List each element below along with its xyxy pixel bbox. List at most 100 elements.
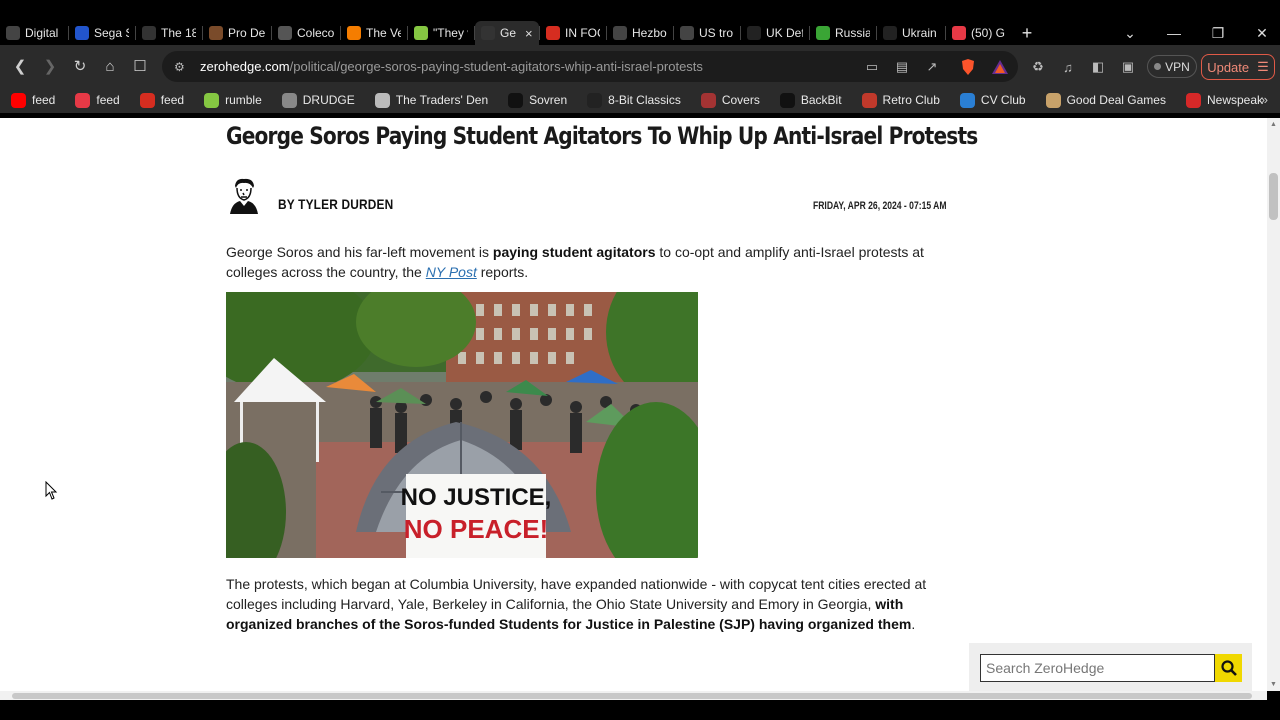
retro-icon xyxy=(861,92,877,108)
tab[interactable]: Pro De xyxy=(203,21,271,45)
bookmark-item[interactable]: Newspeak xyxy=(1185,92,1263,108)
search-button[interactable] xyxy=(1215,654,1242,682)
extensions-icon[interactable]: ♻ xyxy=(1028,57,1048,77)
tab[interactable]: US tro xyxy=(674,21,740,45)
image-icon xyxy=(209,26,223,40)
page-content: George Soros Paying Student Agitators To… xyxy=(0,118,1267,691)
gab-icon xyxy=(75,92,91,108)
gdg-icon xyxy=(1045,92,1061,108)
scroll-down-arrow-icon[interactable]: ▼ xyxy=(1270,681,1277,688)
bookmark-item[interactable]: The Traders' Den xyxy=(374,92,488,108)
brave-rewards-icon[interactable] xyxy=(990,57,1010,77)
tab-label: The 18 xyxy=(161,26,196,40)
tab-label: Digital xyxy=(25,26,59,40)
wallet-icon[interactable]: ▣ xyxy=(1118,57,1138,77)
vertical-scroll-thumb[interactable] xyxy=(1269,173,1278,220)
reader-mode-icon[interactable]: ▤ xyxy=(892,57,912,77)
tab[interactable]: Digital xyxy=(0,21,68,45)
tab[interactable]: Ge × xyxy=(475,21,539,45)
reader-icon xyxy=(613,26,627,40)
dark-icon xyxy=(883,26,897,40)
scroll-up-arrow-icon[interactable]: ▲ xyxy=(1270,121,1277,128)
share-icon[interactable]: ↗ xyxy=(922,57,942,77)
tab[interactable]: Coleco xyxy=(272,21,340,45)
tab[interactable]: UK Def xyxy=(741,21,809,45)
newspeak-icon xyxy=(1185,92,1201,108)
bookmark-item[interactable]: BackBit xyxy=(779,92,842,108)
close-window-button[interactable]: ✕ xyxy=(1240,21,1280,45)
update-label: Update xyxy=(1207,59,1250,75)
bookmark-item[interactable]: 8-Bit Classics xyxy=(587,92,681,108)
tab-label: (50) G xyxy=(971,26,1006,40)
dark-icon xyxy=(747,26,761,40)
update-button[interactable]: Update ☰ xyxy=(1201,54,1275,80)
reader-icon xyxy=(6,26,20,40)
youtube-icon xyxy=(11,92,26,108)
site-info-icon[interactable]: ⚙ xyxy=(174,60,200,74)
back-icon[interactable]: ❮ xyxy=(5,51,35,81)
bookmark-item[interactable]: Retro Club xyxy=(861,92,940,108)
horizontal-scroll-thumb[interactable] xyxy=(12,693,1252,699)
brave-shields-icon[interactable] xyxy=(958,57,978,77)
tab[interactable]: Ukrain xyxy=(877,21,945,45)
bookmark-item[interactable]: Sovren xyxy=(508,92,567,108)
tab[interactable]: "They v xyxy=(408,21,474,45)
search-widget xyxy=(969,643,1252,691)
blogger-icon xyxy=(347,26,361,40)
bookmarks-bar: feed feed feed rumble DRUDGE The Traders' Den… xyxy=(0,87,1280,113)
tab-label: UK Def xyxy=(766,26,803,40)
bookmark-item[interactable]: feed xyxy=(75,92,120,108)
reload-icon[interactable]: ↻ xyxy=(65,51,95,81)
author-name[interactable]: BY TYLER DURDEN xyxy=(278,196,393,212)
bookmark-item[interactable]: CV Club xyxy=(959,92,1026,108)
home-icon[interactable]: ⌂ xyxy=(95,51,125,81)
restore-button[interactable]: ❐ xyxy=(1196,21,1240,45)
bookmarks-more-icon[interactable]: » xyxy=(1261,92,1268,107)
zerohedge-icon xyxy=(481,26,495,40)
c-icon xyxy=(546,26,560,40)
bookmark-item[interactable]: Covers xyxy=(700,92,760,108)
bookmark-item[interactable]: DRUDGE xyxy=(281,92,355,108)
tab[interactable]: IN FOC xyxy=(540,21,606,45)
bookmark-label: feed xyxy=(96,93,120,107)
sidebar-icon[interactable]: ◧ xyxy=(1088,57,1108,77)
address-bar[interactable]: ⚙ zerohedge.com/political/george-soros-p… xyxy=(162,51,1018,82)
bookmark-item[interactable]: feed xyxy=(11,92,55,108)
tab-label: Hezbo xyxy=(632,26,667,40)
tab-label: Coleco xyxy=(297,26,334,40)
tab-search-chevron-icon[interactable]: ⌄ xyxy=(1108,21,1152,45)
tab[interactable]: The 18 xyxy=(136,21,202,45)
bookmark-label: Retro Club xyxy=(882,93,940,107)
author-avatar xyxy=(226,176,262,214)
bookmark-label: DRUDGE xyxy=(302,93,355,107)
tab[interactable]: Hezbo xyxy=(607,21,673,45)
tab-label: The Ve xyxy=(366,26,401,40)
forward-icon[interactable]: ❯ xyxy=(35,51,65,81)
vertical-scrollbar[interactable]: ▲ ▼ xyxy=(1267,118,1280,691)
tab[interactable]: Sega S xyxy=(69,21,135,45)
horizontal-scrollbar[interactable] xyxy=(0,691,1267,700)
bookmark-item[interactable]: Good Deal Games xyxy=(1045,92,1166,108)
search-input[interactable] xyxy=(980,654,1215,682)
ny-post-link[interactable]: NY Post xyxy=(426,264,477,280)
bookmark-item[interactable]: rumble xyxy=(204,92,262,108)
vpn-button[interactable]: VPN xyxy=(1147,55,1197,78)
media-icon[interactable]: ♫ xyxy=(1058,57,1078,77)
bookmark-page-icon[interactable]: ☐ xyxy=(125,51,155,81)
publish-date: FRIDAY, APR 26, 2024 - 07:15 AM xyxy=(813,200,947,212)
close-tab-icon[interactable]: × xyxy=(525,26,533,41)
tab[interactable]: Russia xyxy=(810,21,876,45)
cast-icon[interactable]: ▭ xyxy=(862,57,882,77)
gab-icon xyxy=(952,26,966,40)
photo-sign-line-2: NO PEACE! xyxy=(404,514,548,544)
tab-label: Russia xyxy=(835,26,870,40)
tab[interactable]: (50) G xyxy=(946,21,1012,45)
tab[interactable]: The Ve xyxy=(341,21,407,45)
vpn-status-dot xyxy=(1154,63,1162,70)
rumble-icon xyxy=(204,92,220,108)
cv-icon xyxy=(959,92,975,108)
bookmark-item[interactable]: feed xyxy=(139,92,184,108)
sovren-icon xyxy=(508,92,524,108)
minimize-button[interactable]: — xyxy=(1152,21,1196,45)
new-tab-button[interactable]: + xyxy=(1012,21,1042,45)
